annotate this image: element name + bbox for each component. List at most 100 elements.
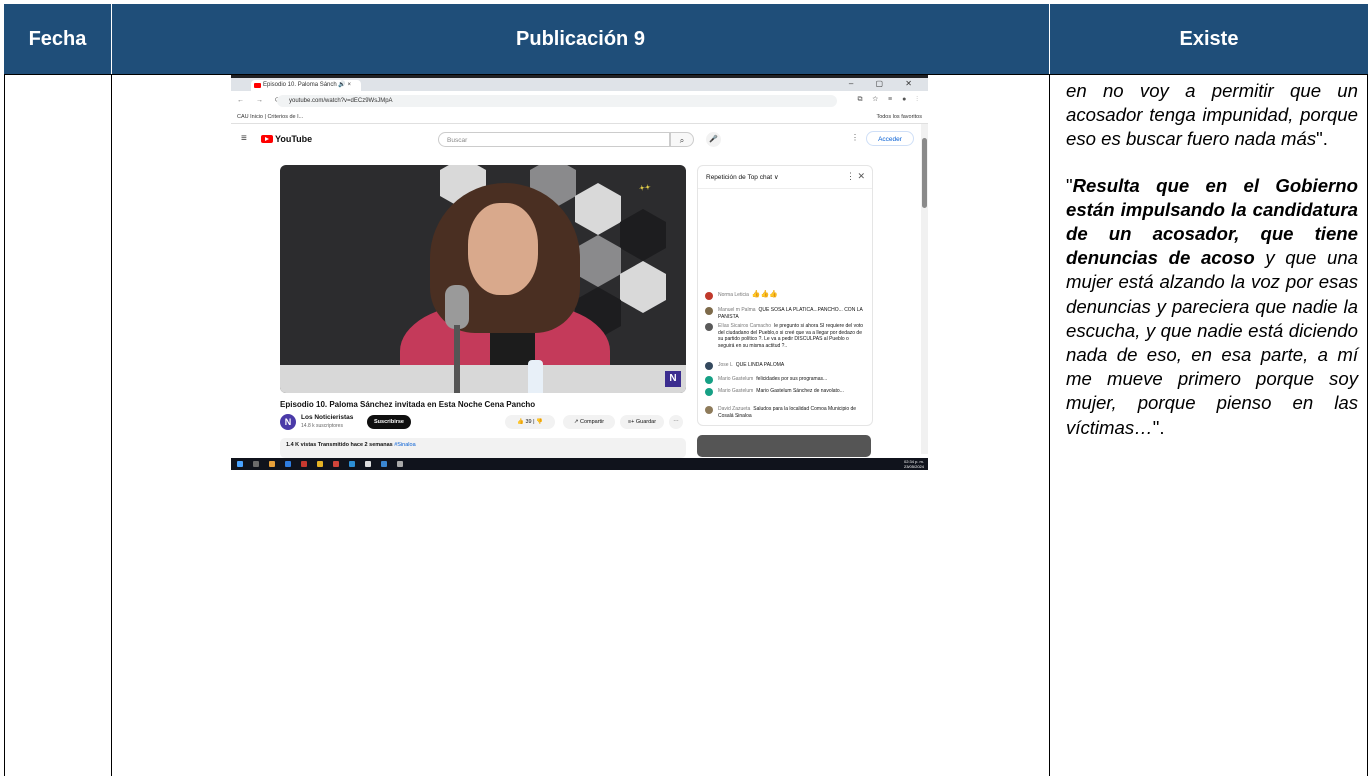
chat-avatar xyxy=(705,307,713,315)
chat-divider xyxy=(698,188,872,189)
chat-avatar xyxy=(705,376,713,384)
hashtag[interactable]: #Sinaloa xyxy=(394,442,415,448)
windows-taskbar: 02:34 p. m. 23/05/2024 xyxy=(231,458,928,470)
pdf-icon[interactable] xyxy=(333,461,339,467)
taskbar-app-icon[interactable] xyxy=(301,461,307,467)
edge-icon[interactable] xyxy=(349,461,355,467)
quote-2-italic: y que una mujer está alzando la voz por … xyxy=(1066,247,1358,438)
header-existe: Existe xyxy=(1050,4,1368,74)
taskbar-app-icon[interactable] xyxy=(397,461,403,467)
chat-author: David Zazueta xyxy=(718,406,751,412)
search-input[interactable]: Buscar xyxy=(438,132,670,147)
table-border-right xyxy=(1367,74,1368,776)
table-divider-2 xyxy=(1049,74,1050,776)
youtube-logo-text: YouTube xyxy=(275,134,313,144)
share-label: Compartir xyxy=(579,419,605,425)
description-box[interactable]: 1.4 K vistas Transmitido hace 2 semanas … xyxy=(280,438,686,458)
chat-message: Jose L QUE LINDA PALOMA xyxy=(705,362,865,370)
bookmark-items[interactable]: CAU Inicio | Criterios de I... xyxy=(237,111,303,123)
youtube-logo[interactable]: YouTube xyxy=(261,134,312,144)
chat-message: Mario Gastelum felicidades por sus progra… xyxy=(705,376,865,384)
subscriber-count: 14.8 k suscriptores xyxy=(301,423,343,429)
all-bookmarks[interactable]: Todos los favoritos xyxy=(876,111,922,123)
mic-arm xyxy=(454,325,460,393)
bookmarks-bar: CAU Inicio | Criterios de I... Todos los… xyxy=(231,111,928,124)
bottle-shape xyxy=(528,360,543,393)
browser-tab[interactable]: Episodio 10. Paloma Sánch 🔊 × xyxy=(251,80,361,91)
related-thumbnail[interactable] xyxy=(697,435,871,457)
bg-hex xyxy=(620,209,666,261)
tab-bar-edge xyxy=(231,75,928,78)
chat-message: David Zazueta Saludos para la localidad C… xyxy=(705,406,865,419)
channel-name[interactable]: Los Noticieristas xyxy=(301,414,353,421)
taskbar-app-icon[interactable] xyxy=(381,461,387,467)
video-player[interactable]: ✦✦ N xyxy=(280,165,686,393)
sign-in-label: Acceder xyxy=(878,136,902,143)
face-shape xyxy=(468,203,538,295)
start-icon[interactable] xyxy=(237,461,243,467)
tab-title: Episodio 10. Paloma Sánch xyxy=(263,82,337,88)
mic-icon[interactable]: 🎤 xyxy=(706,132,721,147)
chat-author: Mario Gastelum xyxy=(718,388,754,394)
chat-author: Manuel m Palma xyxy=(718,307,756,313)
folder-icon[interactable] xyxy=(317,461,323,467)
scrollbar-thumb[interactable] xyxy=(922,138,927,208)
header-fecha: Fecha xyxy=(4,4,111,74)
window-controls[interactable]: – ▢ ✕ xyxy=(849,79,922,88)
clock-date: 23/05/2024 xyxy=(903,464,924,469)
subscribe-button[interactable]: Suscribirse xyxy=(367,415,411,429)
browser-toolbar-icons[interactable]: ⧉ ☆ ≡ ● ⋮ xyxy=(857,96,922,104)
video-title: Episodio 10. Paloma Sánchez invitada en … xyxy=(280,400,536,409)
chat-message-text: QUE LINDA PALOMA xyxy=(735,362,785,368)
table-border-left xyxy=(4,74,5,776)
quote-1-end: ". xyxy=(1316,128,1328,150)
search-placeholder: Buscar xyxy=(447,137,468,144)
chat-author: Mario Gastelum xyxy=(718,376,754,382)
system-clock: 02:34 p. m. 23/05/2024 xyxy=(904,459,924,469)
chat-text: Norma Leticia 👍👍👍 xyxy=(718,291,865,299)
like-count: 39 xyxy=(525,419,532,425)
chat-author: Jose L xyxy=(718,362,733,368)
address-bar-row: ← → ⟳ youtube.com/watch?v=dECz9WsJMpA ⧉ … xyxy=(231,91,928,111)
chrome-icon[interactable] xyxy=(269,461,275,467)
chat-text: Mario Gastelum felicidades por sus progra… xyxy=(718,376,865,383)
search-icon[interactable]: ⌕ xyxy=(670,132,694,147)
youtube-favicon-icon xyxy=(254,83,261,88)
share-button[interactable]: ↗ Compartir xyxy=(563,415,615,429)
like-button[interactable]: 👍 39 | 👎 xyxy=(505,415,555,429)
search-icon[interactable] xyxy=(253,461,259,467)
header-publicacion: Publicación 9 xyxy=(112,4,1049,74)
live-chat-panel: Repetición de Top chat ∨ ⋮ ✕ Norma Letic… xyxy=(697,165,873,426)
menu-icon[interactable]: ≡ xyxy=(241,133,247,144)
chat-text: Jose L QUE LINDA PALOMA xyxy=(718,362,865,369)
save-label: Guardar xyxy=(635,419,657,425)
page-scrollbar[interactable] xyxy=(921,124,928,454)
sign-in-button[interactable]: Acceder xyxy=(866,131,914,146)
more-actions-button[interactable]: ⋯ xyxy=(669,415,683,429)
header-existe-label: Existe xyxy=(1179,27,1239,50)
save-button[interactable]: ≡+ Guardar xyxy=(620,415,664,429)
chat-text: Manuel m Palma QUE SOSA LA PLATICA...PANC… xyxy=(718,307,865,320)
bg-hex xyxy=(620,261,666,313)
table-divider-1 xyxy=(111,74,112,776)
chat-avatar xyxy=(705,388,713,396)
gear-icon[interactable] xyxy=(365,461,371,467)
chat-message: Mario Gastelum Mario Gastelum Sánchez de … xyxy=(705,388,865,396)
url-field[interactable]: youtube.com/watch?v=dECz9WsJMpA xyxy=(277,95,837,107)
chat-message: Manuel m Palma QUE SOSA LA PLATICA...PANC… xyxy=(705,307,865,320)
chat-author: Elías Sicairos Camacho xyxy=(718,323,772,329)
desk-shape xyxy=(280,365,686,393)
chat-author: Norma Leticia xyxy=(718,292,749,298)
channel-avatar[interactable]: N xyxy=(280,414,296,430)
url-text: youtube.com/watch?v=dECz9WsJMpA xyxy=(289,98,393,104)
chat-avatar xyxy=(705,406,713,414)
chat-header[interactable]: Repetición de Top chat ∨ xyxy=(706,173,779,181)
chat-message: Norma Leticia 👍👍👍 xyxy=(705,291,865,300)
quote-2-end: ". xyxy=(1152,416,1165,438)
chat-avatar xyxy=(705,362,713,370)
close-icon[interactable]: ⋮ ✕ xyxy=(846,171,865,182)
header-publicacion-label: Publicación 9 xyxy=(516,27,645,50)
browser-tab-bar: Episodio 10. Paloma Sánch 🔊 × – ▢ ✕ xyxy=(231,75,928,91)
more-icon[interactable]: ⋮ xyxy=(851,133,859,142)
taskbar-app-icon[interactable] xyxy=(285,461,291,467)
